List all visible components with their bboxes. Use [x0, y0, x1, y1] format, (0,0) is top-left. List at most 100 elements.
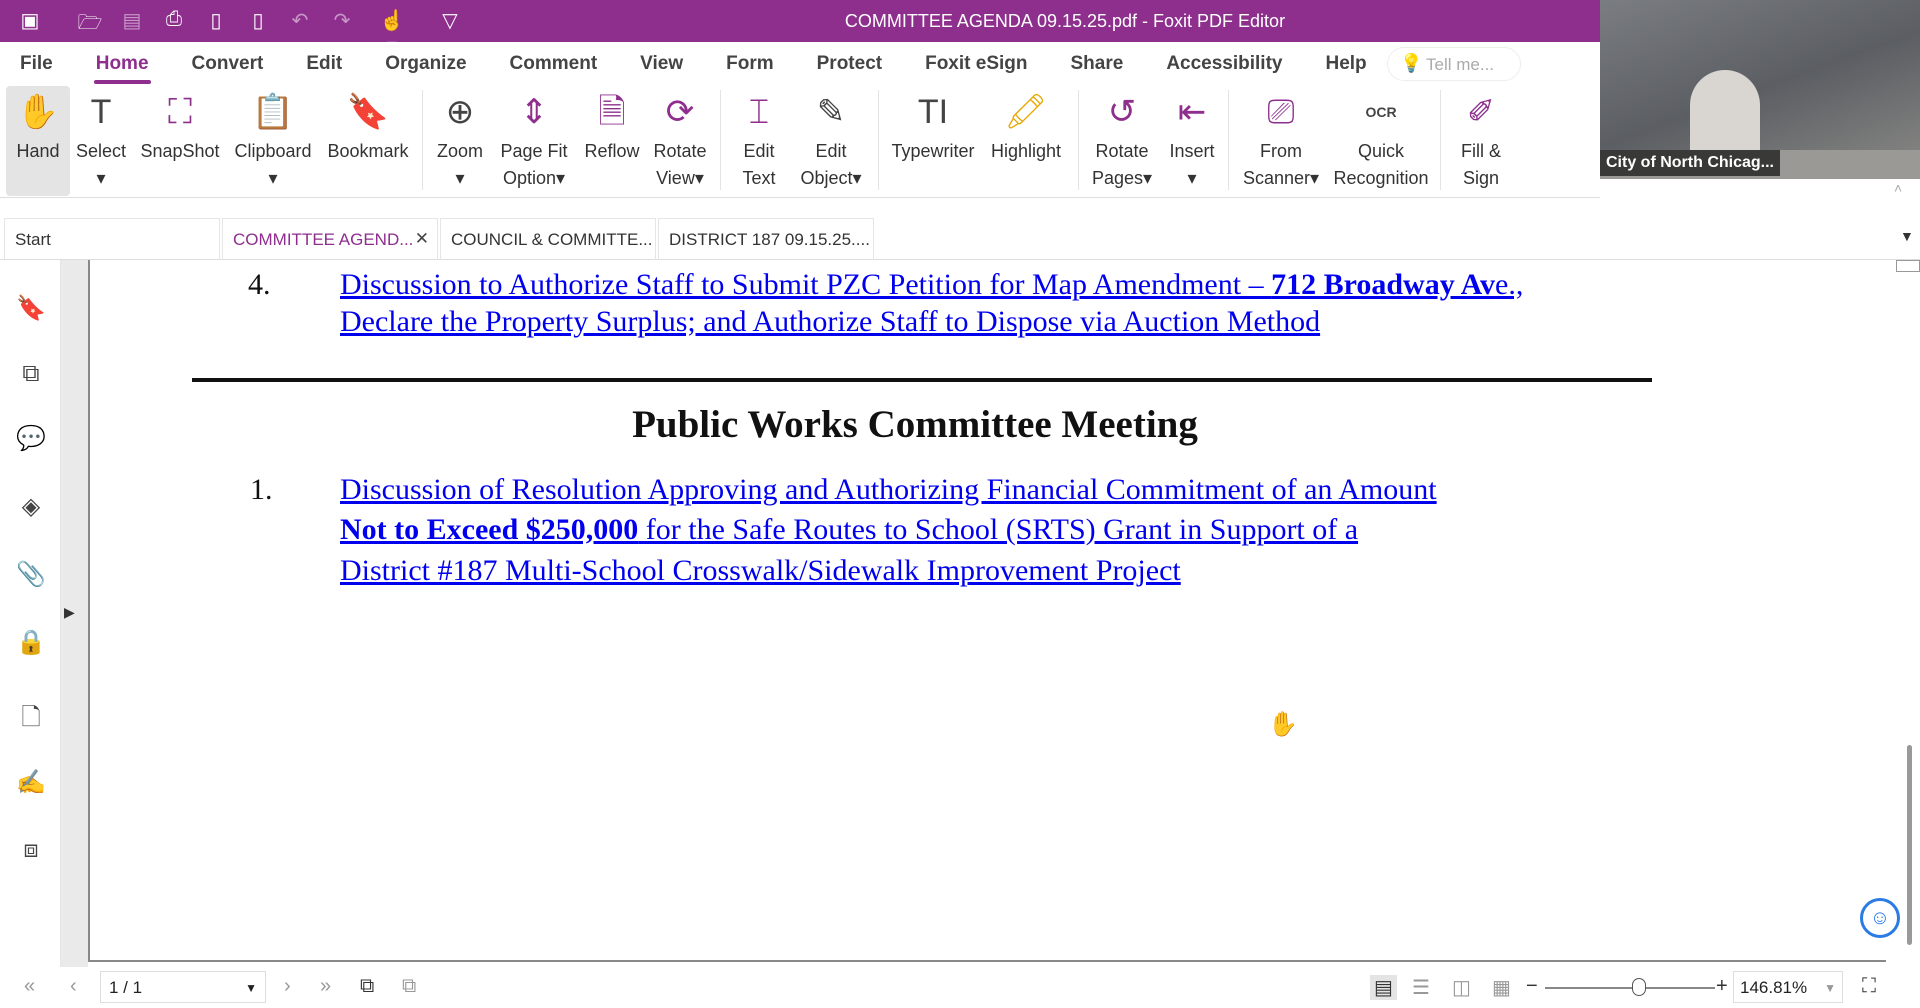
page-fit-option-button[interactable]: ⇕ Page Fit Option▾ [498, 86, 570, 196]
agenda-link-srts-grant-line2[interactable]: Not to Exceed $250,000 for the Safe Rout… [340, 513, 1358, 547]
page-number: 1 / 1 [109, 978, 143, 997]
ai-assistant-icon[interactable]: ☺ [1860, 898, 1900, 938]
menu-edit[interactable]: Edit [306, 53, 342, 75]
tab-committee-agenda[interactable]: COMMITTEE AGEND... ✕ [222, 218, 438, 260]
menu-protect[interactable]: Protect [817, 53, 882, 75]
menu-file[interactable]: File [20, 53, 53, 75]
pages-panel-icon[interactable]: ⧉ [16, 360, 46, 390]
zoom-slider[interactable] [1545, 987, 1715, 989]
rotate-pages-button[interactable]: ↺ Rotate Pages▾ [1090, 86, 1154, 196]
from-scanner-button[interactable]: ⎚ From Scanner▾ [1240, 86, 1322, 196]
menu-foxit-esign[interactable]: Foxit eSign [925, 53, 1027, 75]
single-page-view-icon[interactable]: ▤ [1370, 975, 1397, 1000]
bookmark-button[interactable]: 🔖 Bookmark [324, 86, 412, 196]
quick-recognition-label-2: Recognition [1333, 168, 1429, 188]
fill-sign-label-2: Sign [1462, 168, 1500, 188]
agenda-link-srts-grant-line3[interactable]: District #187 Multi-School Crosswalk/Sid… [340, 554, 1181, 588]
link-text: for the Safe Routes to School (SRTS) Gra… [638, 513, 1359, 546]
menu-home[interactable]: Home [93, 53, 151, 84]
last-page-icon[interactable]: » [320, 975, 331, 998]
menu-comment[interactable]: Comment [510, 53, 598, 75]
close-tab-icon[interactable]: ✕ [415, 229, 429, 249]
facing-view-icon[interactable]: ◫ [1452, 975, 1471, 1000]
edit-object-button[interactable]: ✎ Edit Object▾ [796, 86, 866, 196]
zoom-in-icon[interactable]: + [1716, 975, 1728, 998]
select-text-icon: T [90, 93, 112, 131]
divider [720, 90, 721, 190]
zoom-out-icon[interactable]: − [1526, 975, 1538, 998]
scrollbar-thumb[interactable] [1907, 745, 1912, 945]
agenda-link-712-broadway[interactable]: Discussion to Authorize Staff to Submit … [340, 268, 1523, 302]
reflow-button[interactable]: 🗎 Reflow [582, 86, 642, 196]
collapse-ribbon-icon[interactable]: ˄ [1894, 180, 1902, 196]
tab-council-committee[interactable]: COUNCIL & COMMITTE... [440, 218, 656, 260]
hand-cursor-icon: ✋ [1268, 712, 1298, 738]
tab-district-187[interactable]: DISTRICT 187 09.15.25.... [658, 218, 874, 260]
continuous-facing-view-icon[interactable]: ▦ [1492, 975, 1511, 1000]
expand-panel-icon[interactable]: ▶ [64, 604, 75, 621]
dropdown-arrow-icon: ▾ [455, 168, 465, 188]
vertical-scrollbar[interactable] [1886, 260, 1920, 967]
zoom-button[interactable]: ⊕ Zoom ▾ [432, 86, 488, 196]
link-text-bold: Not to Exceed $250,000 [340, 513, 639, 546]
quick-recognition-button[interactable]: OCR Quick Recognition [1332, 86, 1430, 196]
zoom-slider-handle[interactable] [1631, 978, 1646, 996]
comments-panel-icon[interactable]: 💬 [16, 424, 46, 454]
tab-list-dropdown-icon[interactable]: ▼ [1900, 228, 1914, 244]
navigation-sidebar: 🔖 ⧉ 💬 ◈ 📎 🔒 🗋 ✍ ⧈ [0, 260, 61, 967]
insert-label: Insert [1169, 141, 1215, 161]
content-panel-icon[interactable]: 🗋 [16, 700, 46, 731]
section-heading: Public Works Committee Meeting [632, 403, 1198, 446]
rotate-view-button[interactable]: ⟳ Rotate View▾ [650, 86, 710, 196]
zoom-level-field[interactable]: 146.81% ▼ [1733, 971, 1843, 1003]
snapshot-label: SnapShot [140, 141, 220, 161]
hand-button[interactable]: ✋ Hand [6, 86, 70, 196]
typewriter-button[interactable]: TI Typewriter [890, 86, 976, 196]
agenda-link-712-broadway-line2[interactable]: Declare the Property Surplus; and Author… [340, 305, 1320, 339]
menu-view[interactable]: View [640, 53, 683, 75]
next-page-icon[interactable]: › [284, 975, 291, 998]
item-number: 4. [248, 268, 271, 301]
continuous-view-icon[interactable]: ☰ [1412, 975, 1430, 1000]
page-number-field[interactable]: 1 / 1 ▼ [100, 971, 266, 1003]
layers-panel-icon[interactable]: ◈ [16, 492, 46, 522]
previous-view-icon[interactable]: ⧉ [360, 975, 374, 998]
divider [1228, 90, 1229, 190]
previous-page-icon[interactable]: ‹ [70, 975, 77, 998]
menu-accessibility[interactable]: Accessibility [1166, 53, 1282, 75]
menu-organize[interactable]: Organize [385, 53, 466, 75]
typewriter-label: Typewriter [891, 141, 975, 161]
menu-convert[interactable]: Convert [192, 53, 264, 75]
menu-form[interactable]: Form [726, 53, 774, 75]
insert-button[interactable]: ⇤ Insert ▾ [1166, 86, 1218, 196]
first-page-icon[interactable]: « [24, 975, 35, 998]
attachments-panel-icon[interactable]: 📎 [16, 560, 46, 590]
highlight-button[interactable]: 🖍 Highlight [986, 86, 1066, 196]
snapshot-button[interactable]: ⛶ SnapShot [140, 86, 220, 196]
chevron-down-icon: ▼ [1824, 981, 1836, 995]
edit-text-button[interactable]: ⌶ Edit Text [736, 86, 782, 196]
security-panel-icon[interactable]: 🔒 [16, 628, 46, 658]
select-button[interactable]: T Select ▾ [76, 86, 126, 196]
fill-sign-label: Fill & [1461, 141, 1501, 161]
signature-panel-icon[interactable]: ✍ [16, 768, 46, 798]
clipboard-button[interactable]: 📋 Clipboard ▾ [232, 86, 314, 196]
agenda-link-srts-grant[interactable]: Discussion of Resolution Approving and A… [340, 473, 1437, 507]
edit-object-icon: ✎ [816, 93, 846, 131]
tab-start[interactable]: Start [4, 218, 220, 260]
menu-share[interactable]: Share [1071, 53, 1124, 75]
next-view-icon[interactable]: ⧉ [402, 975, 416, 998]
scroll-split-handle[interactable] [1896, 260, 1920, 272]
chevron-down-icon: ▼ [245, 981, 257, 995]
bookmarks-panel-icon[interactable]: 🔖 [16, 294, 46, 324]
link-text: e., [1495, 268, 1524, 301]
fullscreen-icon[interactable]: ⛶ [1862, 975, 1876, 998]
fill-sign-button[interactable]: ✐ Fill & Sign [1452, 86, 1510, 196]
menu-help[interactable]: Help [1325, 53, 1366, 75]
tell-me-search[interactable]: 💡 Tell me... [1387, 47, 1521, 81]
zoom-level: 146.81% [1740, 978, 1808, 997]
lightbulb-icon: 💡 [1400, 53, 1423, 73]
compare-panel-icon[interactable]: ⧈ [16, 836, 46, 866]
hand-icon: ✋ [16, 93, 60, 131]
video-overlay: City of North Chicag... [1600, 0, 1920, 179]
